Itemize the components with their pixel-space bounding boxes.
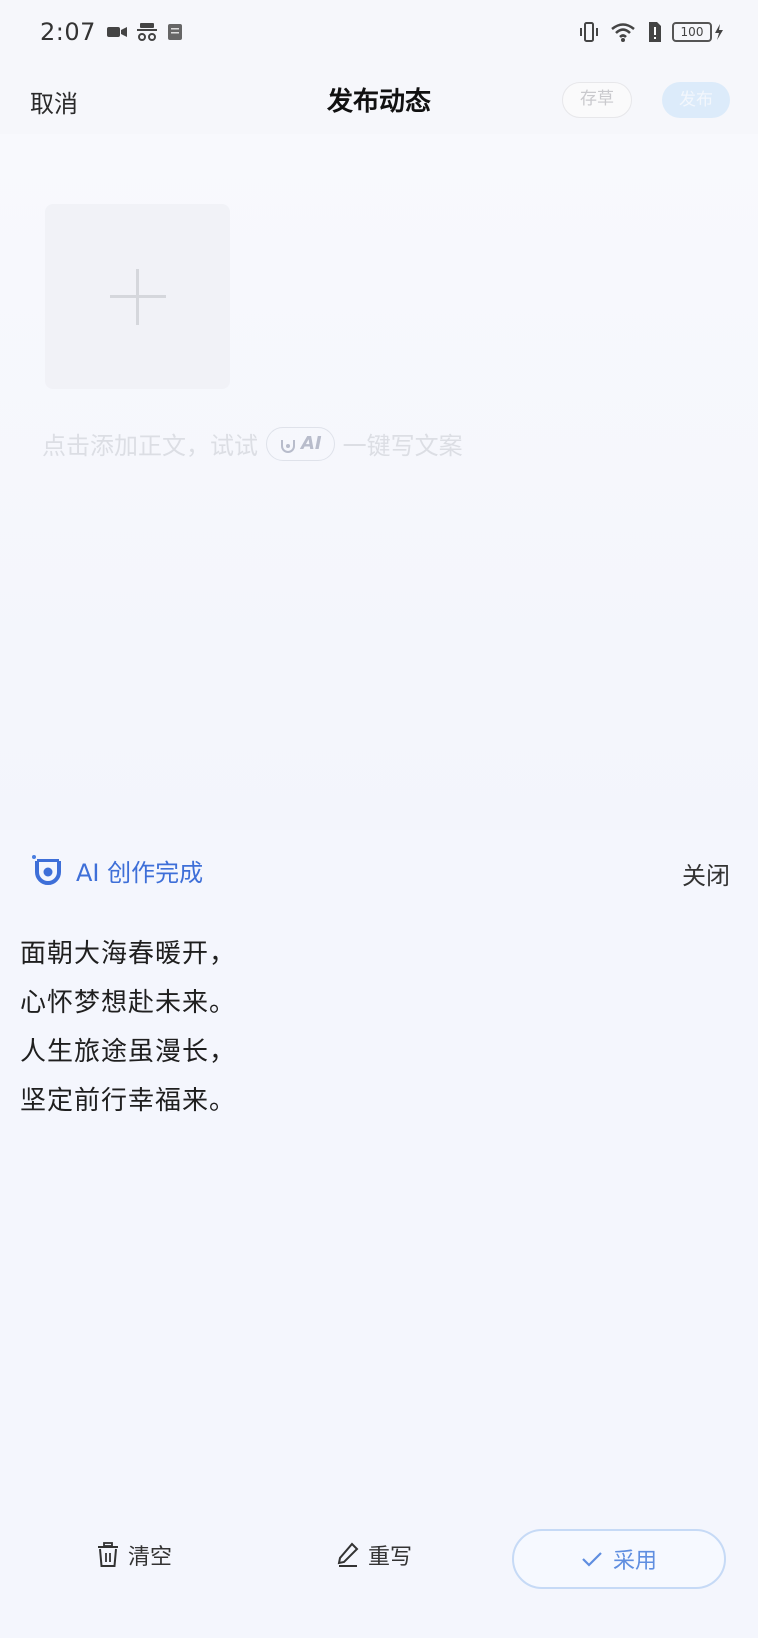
ai-robot-icon: [32, 855, 61, 885]
adopt-button[interactable]: 采用: [512, 1529, 726, 1589]
incognito-icon: [136, 23, 157, 41]
clear-label: 清空: [128, 1544, 173, 1569]
content-hint[interactable]: 点击添加正文，试试 AI 一键写文案: [42, 426, 463, 461]
video-camera-icon: [106, 27, 127, 37]
status-time: 2:07: [40, 18, 96, 46]
bottom-action-bar: 清空 重写 采用: [0, 1525, 758, 1595]
ai-panel-header: AI 创作完成 关闭: [0, 830, 758, 910]
message-icon: [167, 24, 182, 40]
status-left: 2:07: [40, 18, 184, 46]
page-title: 发布动态: [326, 86, 431, 117]
plus-icon: [109, 268, 166, 325]
status-icons-left: [106, 22, 184, 42]
battery-level: 100: [672, 22, 712, 42]
rewrite-label: 重写: [368, 1544, 413, 1569]
screen: 2:07 100 取消 发布动态 存草 发布 点击添加正文，试试 AI 一键写文…: [0, 0, 758, 1638]
check-icon: [582, 1552, 602, 1567]
ai-panel-title: AI 创作完成: [76, 858, 204, 887]
add-image-button[interactable]: [45, 204, 230, 389]
ai-robot-icon: [281, 439, 295, 453]
composer: 点击添加正文，试试 AI 一键写文案: [0, 134, 758, 834]
clear-button[interactable]: 清空: [96, 1539, 172, 1571]
status-right: 100: [578, 21, 724, 43]
text-line: 面朝大海春暖开，: [20, 939, 237, 969]
ai-title-wrap: AI 创作完成: [30, 852, 203, 888]
header: 取消 发布动态 存草 发布: [0, 64, 758, 134]
rewrite-button[interactable]: 重写: [336, 1539, 412, 1571]
status-bar: 2:07 100: [0, 0, 758, 64]
publish-button[interactable]: 发布: [662, 82, 730, 118]
cancel-button[interactable]: 取消: [30, 84, 78, 119]
text-line: 人生旅途虽漫长，: [20, 1037, 237, 1067]
close-button[interactable]: 关闭: [682, 856, 730, 891]
ai-pill-label: AI: [301, 433, 322, 454]
wifi-icon: [611, 23, 635, 42]
text-line: 坚定前行幸福来。: [20, 1086, 237, 1116]
sim-alert-icon: [649, 22, 661, 42]
pen-icon: [337, 1542, 359, 1567]
battery: 100: [672, 22, 724, 42]
adopt-label: 采用: [612, 1548, 657, 1573]
hint-suffix: 一键写文案: [342, 432, 463, 460]
ai-write-pill[interactable]: AI: [266, 426, 335, 461]
generated-text: 面朝大海春暖开， 心怀梦想赴未来。 人生旅途虽漫长， 坚定前行幸福来。: [20, 930, 236, 1126]
draft-button[interactable]: 存草: [562, 82, 632, 118]
hint-prefix: 点击添加正文，试试: [42, 432, 258, 460]
charging-icon: [715, 24, 723, 40]
ai-result-panel: AI 创作完成 关闭 面朝大海春暖开， 心怀梦想赴未来。 人生旅途虽漫长， 坚定…: [0, 830, 758, 1638]
text-line: 心怀梦想赴未来。: [20, 988, 237, 1018]
vibrate-icon: [580, 22, 598, 42]
trash-icon: [98, 1542, 118, 1567]
